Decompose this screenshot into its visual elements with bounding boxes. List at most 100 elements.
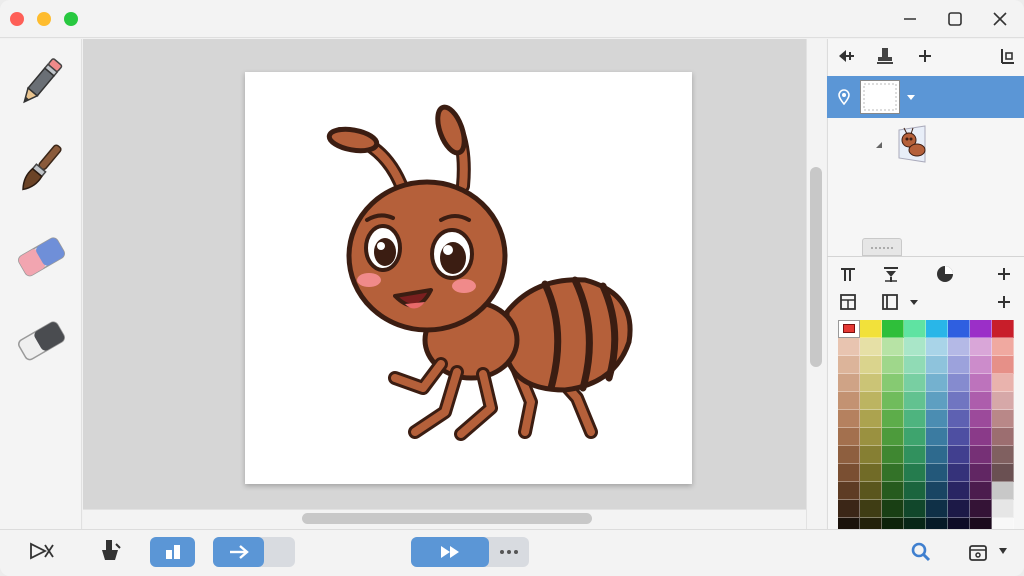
selected-color-swatch[interactable] — [838, 320, 860, 338]
color-swatch[interactable] — [970, 428, 992, 446]
color-swatch[interactable] — [926, 428, 948, 446]
color-swatch[interactable] — [948, 410, 970, 428]
color-swatch[interactable] — [992, 338, 1014, 356]
layout-dropdown-icon[interactable] — [903, 291, 925, 313]
layout-icon[interactable] — [879, 291, 901, 313]
zoom-window-button[interactable] — [64, 12, 78, 26]
color-swatch[interactable] — [926, 464, 948, 482]
color-swatch[interactable] — [970, 482, 992, 500]
color-swatch[interactable] — [838, 374, 860, 392]
color-swatch[interactable] — [992, 374, 1014, 392]
color-swatch[interactable] — [882, 392, 904, 410]
color-swatch[interactable] — [992, 482, 1014, 500]
search-icon[interactable] — [909, 540, 933, 564]
grid-icon[interactable] — [837, 291, 859, 313]
color-swatch[interactable] — [904, 392, 926, 410]
color-swatch[interactable] — [904, 356, 926, 374]
color-swatch[interactable] — [926, 446, 948, 464]
color-swatch[interactable] — [948, 320, 970, 338]
color-swatch[interactable] — [992, 320, 1014, 338]
color-swatch[interactable] — [838, 392, 860, 410]
color-swatch[interactable] — [904, 374, 926, 392]
sublayer-thumbnail[interactable] — [895, 124, 929, 164]
color-swatch[interactable] — [926, 320, 948, 338]
color-swatch[interactable] — [838, 446, 860, 464]
color-swatch[interactable] — [926, 338, 948, 356]
close-icon[interactable] — [989, 8, 1011, 30]
color-swatch[interactable] — [882, 482, 904, 500]
color-swatch[interactable] — [970, 464, 992, 482]
arrow-right-button[interactable] — [213, 537, 264, 567]
add-swatch-icon[interactable] — [993, 291, 1015, 313]
color-swatch[interactable] — [904, 428, 926, 446]
color-swatch[interactable] — [970, 410, 992, 428]
color-swatch[interactable] — [970, 320, 992, 338]
color-swatch[interactable] — [882, 500, 904, 518]
color-swatch[interactable] — [948, 428, 970, 446]
color-swatch[interactable] — [860, 446, 882, 464]
color-swatch[interactable] — [992, 428, 1014, 446]
play-forward-button[interactable] — [411, 537, 489, 567]
panels-button[interactable] — [150, 537, 195, 567]
layer-thumbnail[interactable] — [860, 80, 900, 114]
color-swatch[interactable] — [904, 446, 926, 464]
layer-move-icon[interactable] — [835, 45, 857, 67]
color-swatch[interactable] — [838, 338, 860, 356]
stamp-icon[interactable] — [97, 537, 123, 563]
layer-settings-icon[interactable] — [996, 45, 1018, 67]
add-icon[interactable] — [993, 263, 1015, 285]
color-swatch[interactable] — [882, 320, 904, 338]
color-swatch[interactable] — [948, 500, 970, 518]
horizontal-scroll-thumb[interactable] — [302, 513, 592, 524]
maximize-icon[interactable] — [944, 8, 966, 30]
color-swatch[interactable] — [992, 410, 1014, 428]
color-swatch[interactable] — [948, 374, 970, 392]
color-swatch[interactable] — [948, 464, 970, 482]
color-swatch[interactable] — [970, 392, 992, 410]
color-swatch[interactable] — [882, 410, 904, 428]
crop-select-icon[interactable] — [28, 540, 56, 562]
color-swatch[interactable] — [838, 482, 860, 500]
color-swatch[interactable] — [860, 374, 882, 392]
color-swatch[interactable] — [970, 500, 992, 518]
color-swatch[interactable] — [860, 428, 882, 446]
color-swatch[interactable] — [838, 428, 860, 446]
color-swatch[interactable] — [970, 338, 992, 356]
color-swatch[interactable] — [860, 500, 882, 518]
color-swatch[interactable] — [838, 464, 860, 482]
layer-row-selected[interactable] — [827, 76, 1024, 118]
chevron-down-icon[interactable] — [996, 544, 1010, 558]
color-swatch[interactable] — [926, 482, 948, 500]
color-swatch[interactable] — [882, 446, 904, 464]
eraser-icon[interactable] — [10, 225, 72, 287]
color-swatch[interactable] — [904, 464, 926, 482]
color-swatch[interactable] — [948, 356, 970, 374]
close-window-button[interactable] — [10, 12, 24, 26]
color-swatch[interactable] — [860, 464, 882, 482]
color-swatch[interactable] — [948, 338, 970, 356]
add-layer-icon[interactable] — [914, 45, 936, 67]
color-swatch[interactable] — [992, 500, 1014, 518]
color-swatch[interactable] — [860, 320, 882, 338]
color-swatch[interactable] — [838, 356, 860, 374]
color-swatch[interactable] — [992, 392, 1014, 410]
color-swatch[interactable] — [926, 392, 948, 410]
brush-icon[interactable] — [10, 137, 72, 199]
color-swatch[interactable] — [926, 374, 948, 392]
color-swatch[interactable] — [838, 500, 860, 518]
color-swatch[interactable] — [948, 392, 970, 410]
layer-dropdown-icon[interactable] — [900, 86, 922, 108]
panel-resize-handle[interactable] — [862, 238, 902, 256]
color-swatch[interactable] — [992, 464, 1014, 482]
drawing-canvas[interactable] — [245, 72, 692, 484]
color-swatch[interactable] — [860, 392, 882, 410]
color-swatch[interactable] — [992, 446, 1014, 464]
eraser-dark-icon[interactable] — [10, 309, 72, 371]
color-swatch[interactable] — [904, 482, 926, 500]
color-palette[interactable] — [838, 320, 1014, 536]
color-swatch[interactable] — [882, 356, 904, 374]
color-swatch[interactable] — [860, 338, 882, 356]
color-swatch[interactable] — [860, 410, 882, 428]
more-icon[interactable] — [492, 537, 526, 567]
layer-stamp-icon[interactable] — [874, 45, 896, 67]
